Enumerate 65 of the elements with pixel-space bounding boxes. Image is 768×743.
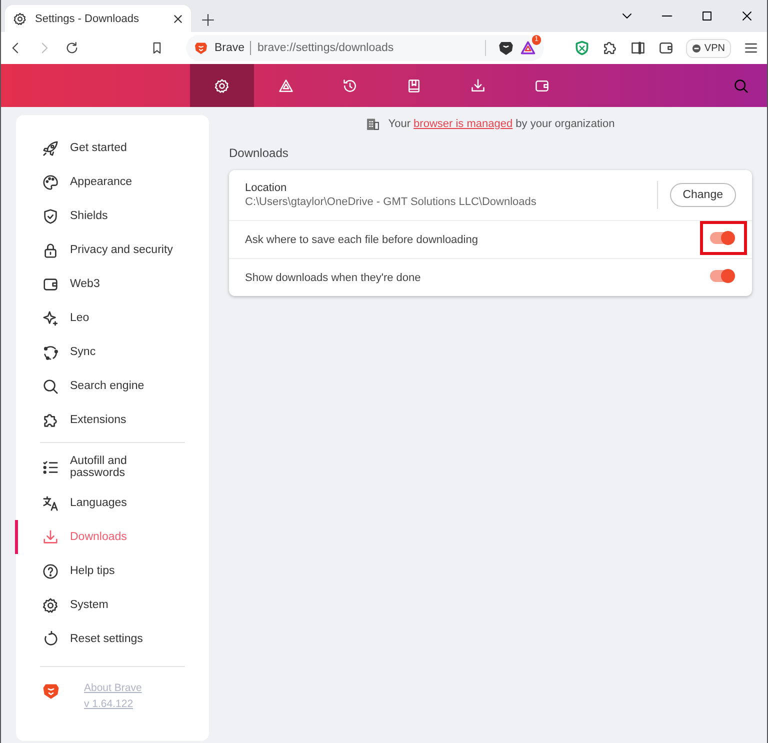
search-icon — [42, 378, 59, 394]
rocket-icon — [42, 140, 59, 156]
change-button[interactable]: Change — [670, 183, 736, 207]
plus-icon — [201, 13, 215, 27]
triangle-icon — [520, 40, 536, 56]
building-icon — [366, 116, 380, 130]
sidebar-item[interactable]: Sync — [15, 335, 209, 369]
lock-icon — [42, 242, 59, 258]
tab-title: Settings - Downloads — [35, 12, 140, 24]
url-text: brave://settings/downloads — [257, 42, 395, 54]
settings-icon — [13, 12, 27, 26]
translate-icon — [42, 494, 59, 512]
browser-tab[interactable]: Settings - Downloads — [5, 5, 191, 32]
sidebar-item[interactable]: Appearance — [15, 165, 209, 199]
setting-label: Ask where to save each file before downloading — [245, 234, 479, 246]
vpn-button[interactable]: VPN — [686, 38, 731, 58]
settings-icon — [214, 78, 230, 94]
sidebar-item[interactable]: System — [15, 588, 209, 622]
sidebar-item[interactable]: Help tips — [15, 554, 209, 588]
checklist-icon — [42, 458, 59, 476]
site-label: Brave — [214, 42, 244, 54]
setting-label: Location — [245, 182, 288, 194]
sidebar-icon — [630, 40, 646, 56]
nav-tab[interactable] — [190, 64, 254, 107]
sparkle-icon — [42, 310, 59, 326]
settings-icon — [42, 596, 59, 614]
sidebar-item[interactable]: Extensions — [15, 403, 209, 437]
toggle-switch[interactable] — [710, 232, 734, 244]
wallet-icon — [534, 78, 550, 94]
sync-icon — [42, 344, 59, 360]
sidebar-item[interactable]: Privacy and security — [15, 233, 209, 267]
sidebar-item[interactable]: Autofill and passwords — [15, 448, 209, 486]
search-icon — [733, 78, 749, 94]
sidebar-item[interactable]: Get started — [15, 131, 209, 165]
bookmarks-icon — [406, 78, 422, 94]
help-icon — [42, 562, 59, 580]
download-icon — [42, 528, 59, 546]
vpn-icon — [692, 44, 702, 52]
reset-icon — [42, 630, 59, 648]
history-icon — [342, 78, 358, 94]
wallet-icon — [658, 40, 674, 56]
puzzle-icon — [42, 412, 59, 428]
close-icon — [741, 10, 753, 22]
close-icon — [173, 14, 183, 24]
sidebar-item[interactable]: Search engine — [15, 369, 209, 403]
managed-notice: Your browser is managed by your organization — [388, 118, 615, 130]
shield-icon — [574, 40, 590, 56]
puzzle-icon — [602, 40, 618, 56]
setting-label: Show downloads when they're done — [245, 272, 422, 284]
sidebar-item[interactable]: Leo — [15, 301, 209, 335]
sidebar-item[interactable]: Shields — [15, 199, 209, 233]
managed-link[interactable]: browser is managed — [414, 118, 513, 130]
folder-path: C:\Users\gtaylor\OneDrive - GMT Solutions LLC\Downloads — [245, 196, 538, 208]
download-icon — [470, 78, 486, 94]
sidebar-item[interactable]: Web3 — [15, 267, 209, 301]
sidebar-item[interactable]: Reset settings — [15, 622, 209, 656]
reload-icon — [64, 40, 79, 56]
triangle-icon — [278, 78, 294, 94]
toggle-switch[interactable] — [710, 270, 734, 282]
shield-icon — [42, 208, 59, 224]
section-title: Downloads — [229, 146, 290, 160]
maximize-icon — [701, 10, 713, 22]
sidebar-item[interactable]: Languages — [15, 486, 209, 520]
palette-icon — [42, 174, 59, 190]
wallet-icon — [42, 276, 59, 292]
